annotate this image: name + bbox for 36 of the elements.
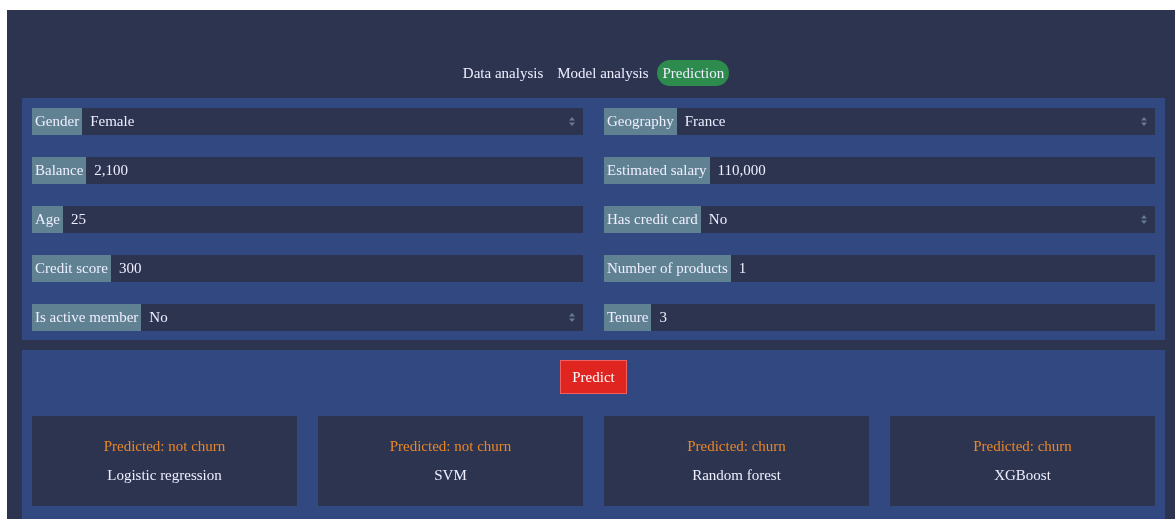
- field-label: Is active member: [32, 304, 142, 331]
- prediction-text: Predicted: not churn: [103, 438, 226, 455]
- model-name: Logistic regression: [107, 467, 222, 484]
- sort-arrows-icon: [569, 117, 575, 126]
- prediction-text: Predicted: churn: [973, 438, 1072, 455]
- nav-tab[interactable]: Model analysis: [552, 60, 654, 86]
- select-field[interactable]: No: [141, 304, 583, 331]
- select-field[interactable]: No: [700, 206, 1155, 233]
- input-field[interactable]: 110,000: [709, 157, 1155, 184]
- input-field[interactable]: 1: [730, 255, 1155, 282]
- field-label: Gender: [32, 108, 83, 135]
- input-field[interactable]: 25: [63, 206, 583, 233]
- field-label: Tenure: [604, 304, 652, 331]
- field-label: Age: [32, 206, 63, 233]
- model-name: SVM: [434, 467, 467, 484]
- sort-arrows-icon: [1141, 215, 1147, 224]
- model-name: Random forest: [692, 467, 781, 484]
- field-label: Geography: [604, 108, 677, 135]
- sort-arrows-icon: [1141, 117, 1147, 126]
- prediction-text: Predicted: churn: [687, 438, 786, 455]
- select-field[interactable]: Female: [82, 108, 583, 135]
- field-label: Balance: [32, 157, 87, 184]
- field-label: Has credit card: [604, 206, 701, 233]
- field-label: Number of products: [604, 255, 731, 282]
- input-field[interactable]: 2,100: [86, 157, 583, 184]
- model-name: XGBoost: [994, 467, 1051, 484]
- sort-arrows-icon: [569, 313, 575, 322]
- field-label: Credit score: [32, 255, 111, 282]
- nav-tab[interactable]: Data analysis: [457, 60, 549, 86]
- field-label: Estimated salary: [604, 157, 710, 184]
- prediction-text: Predicted: not churn: [389, 438, 512, 455]
- nav-tab[interactable]: Prediction: [657, 60, 730, 86]
- predict-button[interactable]: Predict: [560, 360, 627, 394]
- input-field[interactable]: 3: [651, 304, 1155, 331]
- select-field[interactable]: France: [676, 108, 1155, 135]
- input-field[interactable]: 300: [110, 255, 583, 282]
